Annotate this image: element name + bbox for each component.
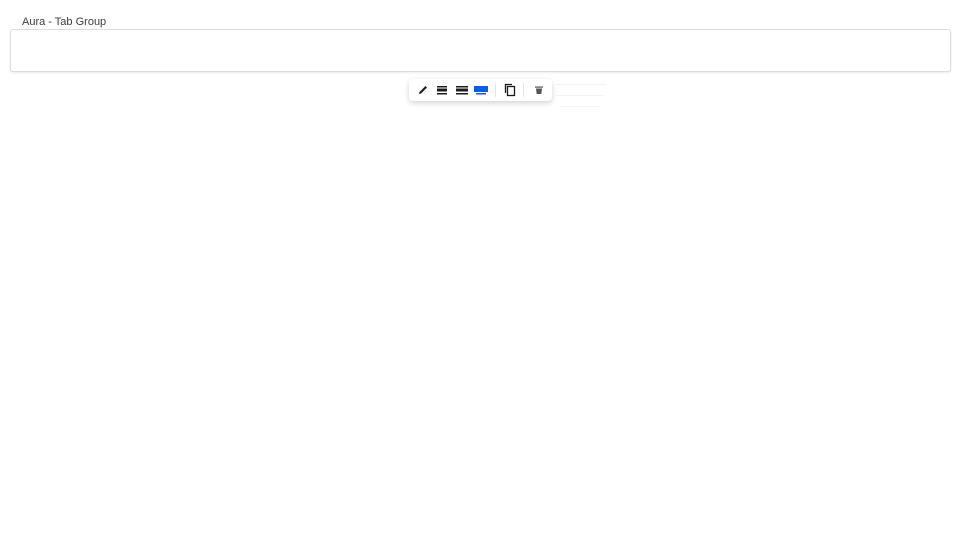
layout-full-icon — [474, 86, 488, 95]
layout-narrow-icon — [437, 86, 447, 95]
layout-medium-icon — [456, 86, 468, 95]
edit-button[interactable] — [415, 82, 431, 98]
trash-icon — [535, 86, 543, 94]
width-narrow-button[interactable] — [434, 82, 450, 98]
tab-group-component[interactable] — [10, 29, 951, 72]
component-label: Aura - Tab Group — [22, 16, 107, 28]
component-toolbar — [409, 79, 552, 101]
width-full-button[interactable] — [473, 82, 489, 98]
toolbar-divider — [523, 83, 524, 97]
duplicate-button[interactable] — [502, 82, 518, 98]
ghost-line — [556, 95, 604, 96]
pencil-icon — [419, 86, 427, 94]
delete-button[interactable] — [531, 82, 547, 98]
copy-icon — [504, 83, 516, 97]
toolbar-divider — [495, 83, 496, 97]
ghost-line — [556, 84, 606, 85]
ghost-line — [560, 106, 600, 107]
width-medium-button[interactable] — [454, 82, 470, 98]
page: Aura - Tab Group — [0, 0, 960, 555]
